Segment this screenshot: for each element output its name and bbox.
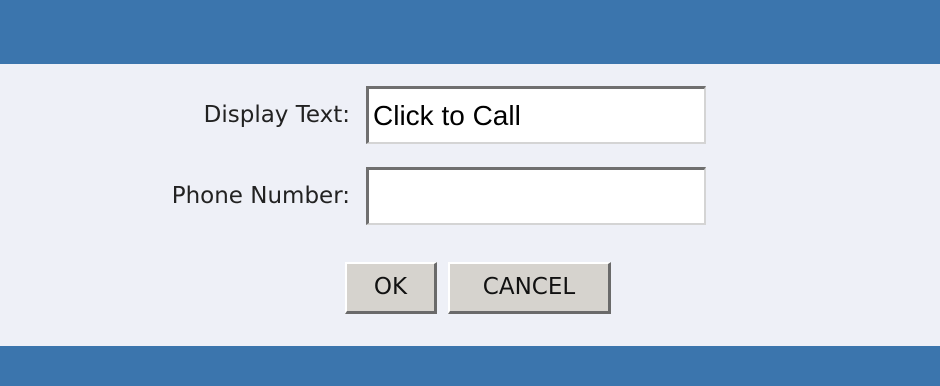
phone-number-label: Phone Number: xyxy=(171,183,350,209)
display-text-input[interactable] xyxy=(366,86,706,144)
phone-number-row: Phone Number: xyxy=(0,167,940,225)
cancel-button[interactable]: CANCEL xyxy=(448,262,611,314)
dialog-footer-bar xyxy=(0,346,940,386)
dialog-header-bar xyxy=(0,0,940,64)
ok-button[interactable]: OK xyxy=(345,262,437,314)
click-to-call-dialog: Display Text: Phone Number: OK CANCEL xyxy=(0,0,940,386)
phone-number-input[interactable] xyxy=(366,167,706,225)
display-text-label: Display Text: xyxy=(203,102,350,128)
display-text-row: Display Text: xyxy=(0,86,940,144)
dialog-button-row: OK CANCEL xyxy=(0,262,940,314)
